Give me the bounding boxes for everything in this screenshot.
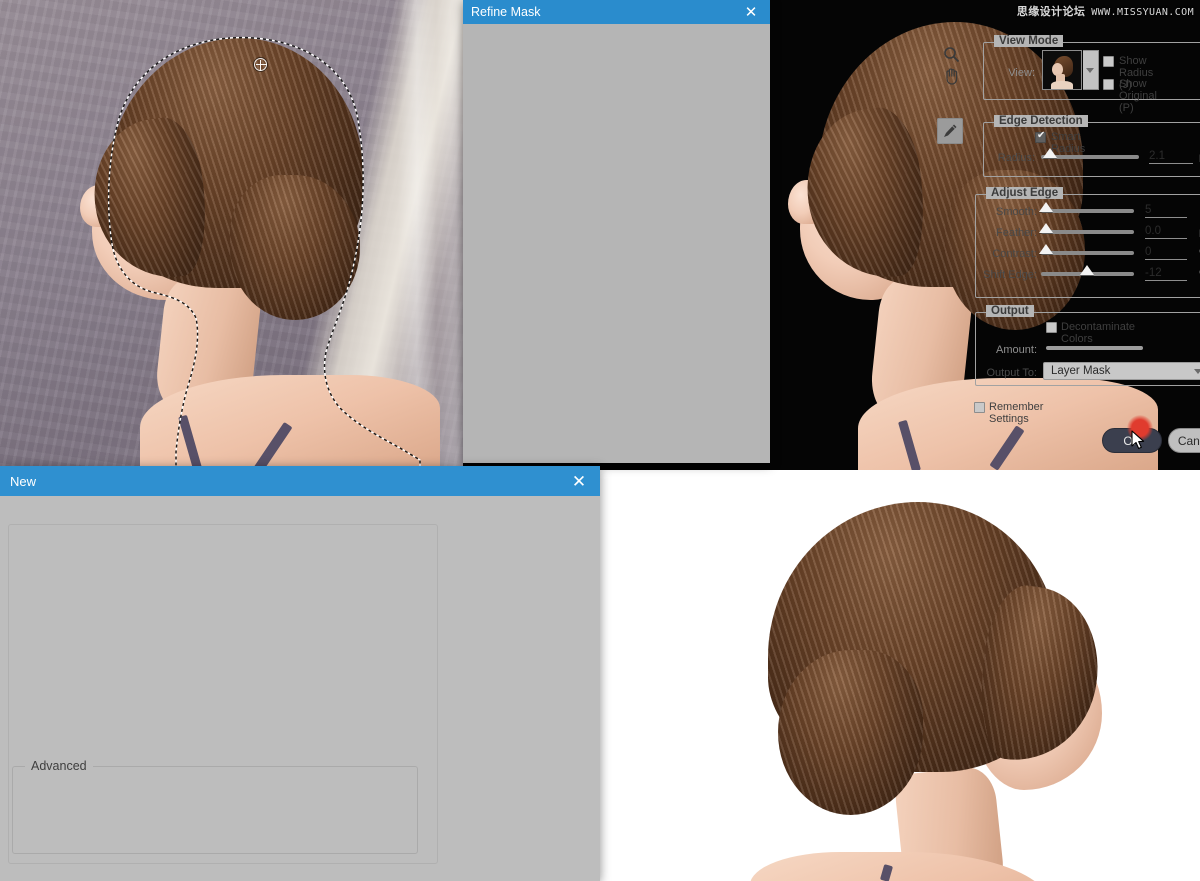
decontaminate-colors-checkbox[interactable] xyxy=(1046,322,1057,333)
zoom-tool-icon[interactable] xyxy=(939,42,963,66)
watermark-site-name: 思缘设计论坛 xyxy=(1016,5,1086,18)
contrast-value-input[interactable]: 0 xyxy=(1145,246,1187,260)
new-dialog-title: New xyxy=(10,473,37,489)
show-radius-checkbox[interactable] xyxy=(1103,56,1114,67)
contrast-label: Contrast: xyxy=(992,248,1037,260)
edge-detection-group-label: Edge Detection xyxy=(994,115,1088,127)
advanced-group-label: Advanced xyxy=(25,759,93,773)
feather-slider[interactable] xyxy=(1039,223,1134,234)
new-dialog-titlebar: New ✕ xyxy=(0,466,600,496)
original-photo-with-selection[interactable] xyxy=(0,0,463,470)
new-document-dialog[interactable]: New ✕ Name: Untitled-1 Document Type: Cu… xyxy=(0,466,600,881)
shift-edge-label: Shift Edge: xyxy=(983,269,1037,281)
close-icon[interactable]: ✕ xyxy=(740,1,762,23)
smooth-slider[interactable] xyxy=(1039,202,1134,213)
adjust-edge-group-label: Adjust Edge xyxy=(986,187,1064,199)
refine-mask-title: Refine Mask xyxy=(471,5,541,19)
refine-mask-dialog[interactable]: Refine Mask ✕ View Mode View: Show Radiu… xyxy=(463,0,1200,463)
amount-label: Amount: xyxy=(996,344,1037,356)
shift-edge-value-input[interactable]: -12 xyxy=(1145,267,1187,281)
remember-settings-label: Remember Settings xyxy=(989,401,1044,425)
view-label: View: xyxy=(1008,67,1035,79)
view-mode-thumbnail[interactable] xyxy=(1042,50,1082,90)
refine-cancel-label: Cancel xyxy=(1177,433,1200,448)
decontaminate-colors-label: Decontaminate Colors xyxy=(1061,321,1135,345)
smart-radius-checkbox[interactable] xyxy=(1035,130,1046,143)
output-to-value: Layer Mask xyxy=(1051,365,1111,377)
output-to-select[interactable]: Layer Mask xyxy=(1043,362,1200,380)
radius-slider[interactable] xyxy=(1041,148,1139,159)
view-mode-group-label: View Mode xyxy=(994,35,1064,47)
show-original-checkbox[interactable] xyxy=(1103,79,1114,90)
view-mode-dropdown-arrow[interactable] xyxy=(1083,50,1099,90)
watermark: 思缘设计论坛 WWW.MISSYUAN.COM xyxy=(1017,3,1194,19)
feather-value-input[interactable]: 0.0 xyxy=(1145,225,1187,239)
refine-brush-cursor xyxy=(254,58,267,71)
hand-tool-icon[interactable] xyxy=(939,64,963,88)
close-icon[interactable]: ✕ xyxy=(568,470,590,492)
refine-cancel-button[interactable]: Cancel xyxy=(1168,428,1200,453)
contrast-slider[interactable] xyxy=(1039,244,1134,255)
watermark-url: WWW.MISSYUAN.COM xyxy=(1091,7,1194,18)
show-original-label: Show Original (P) xyxy=(1119,78,1157,114)
smooth-value-input[interactable]: 5 xyxy=(1145,204,1187,218)
smooth-label: Smooth: xyxy=(996,206,1037,218)
output-to-label: Output To: xyxy=(986,367,1037,379)
refine-mask-titlebar: Refine Mask ✕ xyxy=(463,0,770,24)
screenshot-stage: 思缘设计论坛 WWW.MISSYUAN.COM Refine Mask ✕ Vi… xyxy=(0,0,1200,881)
shift-edge-slider[interactable] xyxy=(1041,265,1134,276)
masked-photo-white-background[interactable] xyxy=(600,470,1200,881)
remember-settings-checkbox[interactable] xyxy=(974,402,985,413)
refine-radius-brush-tool-icon[interactable] xyxy=(937,118,963,144)
radius-label: Radius: xyxy=(997,152,1035,164)
radius-value-input[interactable]: 2.1 xyxy=(1149,150,1193,164)
refine-ok-button[interactable]: OK xyxy=(1102,428,1162,453)
feather-label: Feather: xyxy=(996,227,1037,239)
advanced-group: Advanced xyxy=(12,759,418,854)
selection-marching-ants xyxy=(0,0,463,470)
refine-ok-label: OK xyxy=(1123,433,1141,448)
amount-slider xyxy=(1046,346,1143,350)
output-group-label: Output xyxy=(986,305,1034,317)
